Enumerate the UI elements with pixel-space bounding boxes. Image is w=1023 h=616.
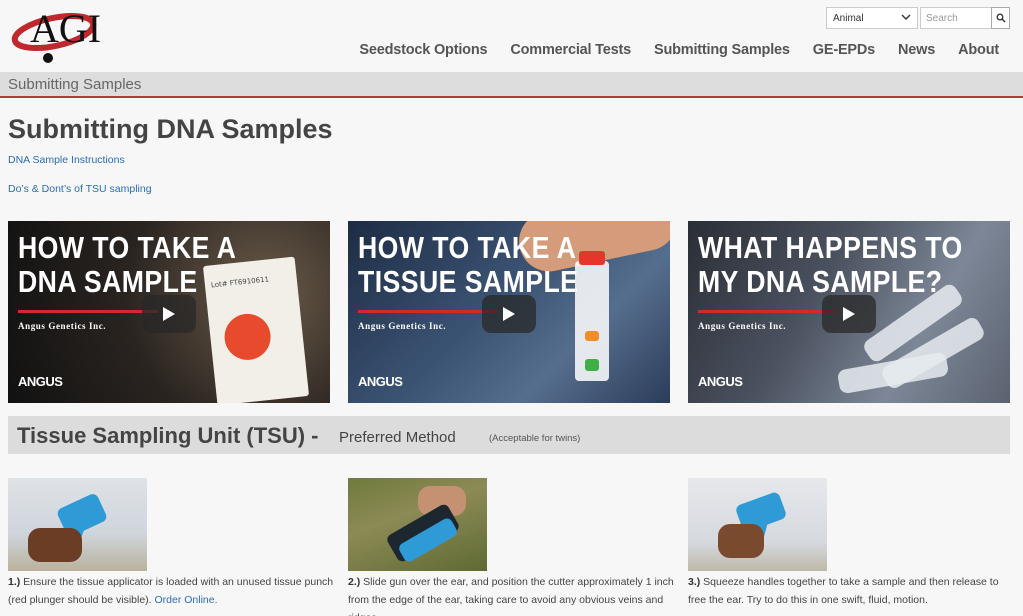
search-icon — [996, 13, 1006, 23]
step-1-image — [8, 478, 147, 571]
search-placeholder: Search — [926, 13, 958, 24]
step-3-text: 3.) Squeeze handles together to take a s… — [688, 573, 1018, 609]
tissue-tube-image — [575, 251, 609, 381]
main-nav: Seedstock Options Commercial Tests Submi… — [336, 42, 999, 58]
video-title: HOW TO TAKE A DNA SAMPLE — [18, 230, 237, 299]
step-1-text: 1.) Ensure the tissue applicator is load… — [8, 573, 338, 609]
step-number: 2.) — [348, 576, 361, 588]
section-note: (Acceptable for twins) — [489, 433, 581, 444]
nav-news[interactable]: News — [898, 42, 935, 58]
video-subtitle: Angus Genetics Inc. — [18, 321, 107, 331]
step-2-text: 2.) Slide gun over the ear, and position… — [348, 573, 678, 616]
angus-logo: ANGUS — [698, 374, 743, 389]
play-icon — [163, 307, 175, 321]
video-title: HOW TO TAKE A TISSUE SAMPLE — [358, 230, 579, 299]
video-what-happens-to-my-dna-sample[interactable]: WHAT HAPPENS TO MY DNA SAMPLE? Angus Gene… — [688, 221, 1010, 403]
video-subtitle: Angus Genetics Inc. — [698, 321, 787, 331]
chevron-down-icon — [901, 14, 911, 20]
angus-logo: ANGUS — [18, 374, 63, 389]
video-subtitle: Angus Genetics Inc. — [358, 321, 447, 331]
play-icon — [843, 307, 855, 321]
search-input[interactable]: Search — [920, 7, 992, 29]
animal-select-value: Animal — [833, 13, 864, 24]
breadcrumb: Submitting Samples — [0, 72, 1023, 98]
search-button[interactable] — [991, 7, 1010, 29]
svg-text:AGI: AGI — [30, 6, 101, 51]
nav-ge-epds[interactable]: GE-EPDs — [813, 42, 875, 58]
dos-donts-tsu-link[interactable]: Do’s & Dont’s of TSU sampling — [8, 183, 152, 195]
video-how-to-take-tissue-sample[interactable]: HOW TO TAKE A TISSUE SAMPLE Angus Genetic… — [348, 221, 670, 403]
page-title: Submitting DNA Samples — [8, 114, 333, 144]
tsu-section-heading: Tissue Sampling Unit (TSU) - Preferred M… — [8, 416, 1010, 454]
play-button[interactable] — [142, 295, 196, 333]
animal-select[interactable]: Animal — [826, 7, 918, 29]
step-3-image — [688, 478, 827, 571]
nav-submitting-samples[interactable]: Submitting Samples — [654, 42, 790, 58]
step-number: 3.) — [688, 576, 701, 588]
video-how-to-take-dna-sample[interactable]: Lot# FT6910611 HOW TO TAKE A DNA SAMPLE A… — [8, 221, 330, 403]
step-number: 1.) — [8, 576, 21, 588]
site-header: AGI Animal Search Seedstock Options Comm… — [0, 0, 1023, 72]
breadcrumb-label: Submitting Samples — [8, 76, 142, 93]
play-button[interactable] — [822, 295, 876, 333]
section-title: Tissue Sampling Unit (TSU) - — [17, 423, 319, 448]
section-subtitle: Preferred Method — [339, 429, 456, 446]
nav-commercial-tests[interactable]: Commercial Tests — [510, 42, 631, 58]
step-description: Squeeze handles together to take a sampl… — [688, 576, 999, 606]
order-online-link[interactable]: Order Online. — [155, 594, 218, 606]
dna-sample-instructions-link[interactable]: DNA Sample Instructions — [8, 154, 125, 166]
step-description: Slide gun over the ear, and position the… — [348, 576, 674, 616]
angus-logo: ANGUS — [358, 374, 403, 389]
video-title: WHAT HAPPENS TO MY DNA SAMPLE? — [698, 230, 963, 299]
step-2-image — [348, 478, 487, 571]
play-button[interactable] — [482, 295, 536, 333]
agi-logo[interactable]: AGI — [8, 4, 118, 66]
nav-about[interactable]: About — [958, 42, 999, 58]
play-icon — [503, 307, 515, 321]
nav-seedstock-options[interactable]: Seedstock Options — [359, 42, 487, 58]
